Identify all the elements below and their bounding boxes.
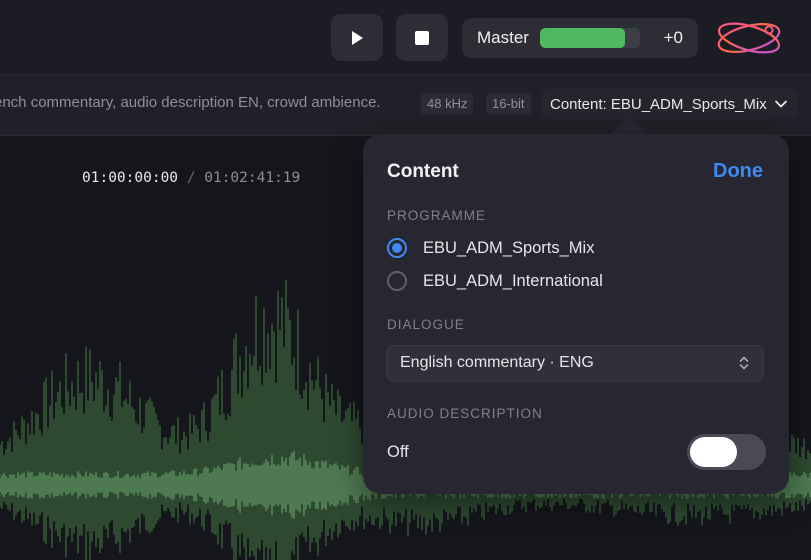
done-button[interactable]: Done xyxy=(713,160,763,183)
toggle-knob xyxy=(690,437,737,467)
audio-description-heading: AUDIO DESCRIPTION xyxy=(387,406,543,421)
radio-button[interactable] xyxy=(387,238,407,258)
timecode-duration: 01:02:41:19 xyxy=(204,170,301,186)
audio-description-toggle[interactable] xyxy=(687,434,766,470)
bit-depth-tag: 16-bit xyxy=(486,93,531,115)
timecode-separator: / xyxy=(186,170,196,186)
programme-label: EBU_ADM_International xyxy=(423,271,603,290)
orbit-logo-icon xyxy=(717,22,781,54)
programme-heading: PROGRAMME xyxy=(387,208,487,223)
audio-description-state-label: Off xyxy=(387,443,409,461)
stop-button[interactable] xyxy=(396,14,448,61)
master-level-control[interactable]: Master +0 xyxy=(462,18,698,58)
dialogue-select-value: English commentary · ENG xyxy=(400,354,594,371)
radio-button[interactable] xyxy=(387,271,407,291)
dialogue-select[interactable]: English commentary · ENG xyxy=(386,345,764,382)
timecode-display: 01:00:00:00 / 01:02:41:19 xyxy=(82,170,300,186)
stop-icon xyxy=(415,30,429,45)
info-bar: ench commentary, audio description EN, c… xyxy=(0,74,811,136)
play-icon xyxy=(352,30,363,45)
master-meter-fill xyxy=(540,28,625,48)
popover-arrow xyxy=(609,116,649,136)
content-popover: Content Done PROGRAMME EBU_ADM_Sports_Mi… xyxy=(363,134,789,494)
popover-title: Content xyxy=(387,161,459,182)
content-selector-button[interactable]: Content: EBU_ADM_Sports_Mix xyxy=(541,89,797,119)
master-value: +0 xyxy=(663,28,683,47)
chevron-down-icon xyxy=(774,100,787,108)
chevron-up-down-icon xyxy=(739,356,749,370)
dialogue-heading: DIALOGUE xyxy=(387,317,465,332)
programme-label: EBU_ADM_Sports_Mix xyxy=(423,238,595,257)
programme-option-sports-mix[interactable]: EBU_ADM_Sports_Mix xyxy=(387,238,594,258)
toolbar: Master +0 xyxy=(0,0,811,74)
master-label: Master xyxy=(477,28,529,47)
master-meter[interactable] xyxy=(540,28,640,48)
content-selector-label: Content: EBU_ADM_Sports_Mix xyxy=(550,95,767,113)
play-button[interactable] xyxy=(331,14,383,61)
sample-rate-tag: 48 kHz xyxy=(421,93,474,115)
content-description: ench commentary, audio description EN, c… xyxy=(0,94,381,111)
programme-option-international[interactable]: EBU_ADM_International xyxy=(387,271,603,291)
timecode-current: 01:00:00:00 xyxy=(82,170,179,186)
